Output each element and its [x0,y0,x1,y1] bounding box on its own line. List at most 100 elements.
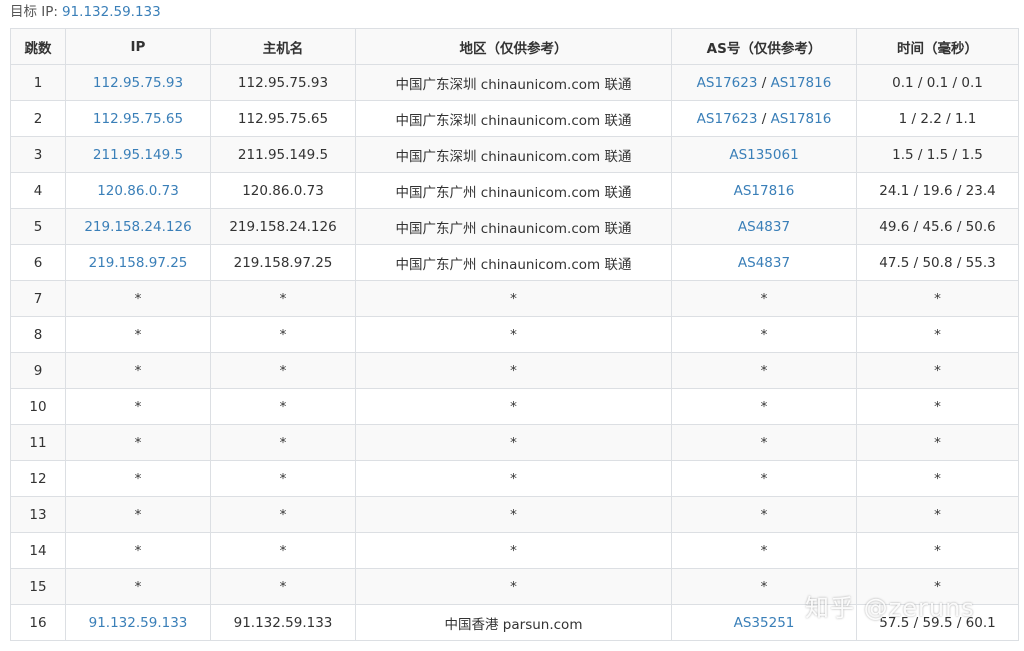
hostname-cell-text: * [279,470,287,487]
hostname-cell: 219.158.97.25 [210,244,356,281]
as-link: * [760,326,768,343]
hop-cell: 5 [10,208,66,245]
table-row: 2 112.95.75.65 112.95.75.65 中国广东深圳 chinauni… [10,100,1019,137]
as-cell: AS4837 [671,208,857,245]
ip-cell: 219.158.97.25 [65,244,211,281]
hostname-cell: * [210,460,356,497]
as-link[interactable]: AS35251 [734,615,795,631]
as-cell: AS135061 [671,136,857,173]
ip-cell-text[interactable]: 91.132.59.133 [89,615,188,631]
column-header-as: AS号（仅供参考） [671,28,857,65]
region-cell: * [355,316,672,353]
region-cell: * [355,460,672,497]
ip-cell-text: * [134,470,142,487]
time-cell: 57.5 / 59.5 / 60.1 [856,604,1019,641]
time-cell: 49.6 / 45.6 / 50.6 [856,208,1019,245]
hostname-cell: 112.95.75.93 [210,64,356,101]
hop-cell-text: 11 [29,434,47,451]
table-header-row: 跳数 IP 主机名 地区（仅供参考） AS号（仅供参考） 时间（毫秒） [10,28,1019,65]
hostname-cell-text: * [279,542,287,559]
region-cell-text: 中国广东广州 chinaunicom.com 联通 [395,220,632,237]
hop-cell: 13 [10,496,66,533]
as-separator: / [757,110,771,127]
region-cell-text: * [510,398,517,415]
ip-cell-text: * [134,326,142,343]
region-cell: 中国广东深圳 chinaunicom.com 联通 [355,100,672,137]
as-cell: * [671,424,857,461]
table-row: 8 * * * * * [10,316,1019,353]
time-cell: * [856,316,1019,353]
as-link[interactable]: AS4837 [738,219,790,235]
hostname-cell-text: * [279,398,287,415]
ip-cell: * [65,532,211,569]
hop-cell: 15 [10,568,66,605]
hop-cell-text: 8 [33,326,43,343]
as-cell: * [671,496,857,533]
table-row: 15 * * * * * [10,568,1019,605]
table-row: 9 * * * * * [10,352,1019,389]
hop-cell: 6 [10,244,66,281]
ip-cell: * [65,460,211,497]
hostname-cell-text: * [279,434,287,451]
hop-cell: 4 [10,172,66,209]
time-cell: * [856,496,1019,533]
hostname-cell: 211.95.149.5 [210,136,356,173]
time-cell-text: * [934,578,941,595]
ip-cell-text[interactable]: 219.158.97.25 [89,255,188,271]
region-cell: 中国广东深圳 chinaunicom.com 联通 [355,64,672,101]
table-row: 6 219.158.97.25 219.158.97.25 中国广东广州 chinau… [10,244,1019,281]
ip-cell-text[interactable]: 112.95.75.93 [93,75,183,91]
region-cell-text: 中国广东广州 chinaunicom.com 联通 [395,184,632,201]
hop-cell-text: 14 [29,542,47,559]
ip-cell: 112.95.75.93 [65,64,211,101]
hop-cell: 14 [10,532,66,569]
as-link[interactable]: AS4837 [738,255,790,271]
as-link: * [760,542,768,559]
hop-cell: 2 [10,100,66,137]
time-cell-text: 1.5 / 1.5 / 1.5 [892,146,983,163]
hostname-cell-text: 219.158.97.25 [233,254,333,271]
hostname-cell-text: * [279,578,287,595]
time-cell: * [856,568,1019,605]
time-cell: 1.5 / 1.5 / 1.5 [856,136,1019,173]
region-cell-text: 中国广东广州 chinaunicom.com 联通 [395,256,632,273]
hostname-cell-text: * [279,326,287,343]
ip-cell-text[interactable]: 120.86.0.73 [97,183,179,199]
time-cell-text: * [934,326,941,343]
time-cell: * [856,460,1019,497]
time-cell-text: * [934,542,941,559]
as-link[interactable]: AS135061 [729,147,798,163]
time-cell-text: * [934,398,941,415]
hop-cell-text: 4 [33,182,43,199]
table-row: 3 211.95.149.5 211.95.149.5 中国广东深圳 chinauni… [10,136,1019,173]
hop-cell-text: 15 [29,578,47,595]
region-cell-text: 中国广东深圳 chinaunicom.com 联通 [395,76,632,93]
hop-cell-text: 13 [29,506,47,523]
hostname-cell: * [210,568,356,605]
hostname-cell-text: 91.132.59.133 [233,614,333,631]
ip-cell: * [65,424,211,461]
as-link[interactable]: AS17623 [697,111,758,127]
as-link[interactable]: AS17623 [697,75,758,91]
column-header-hostname: 主机名 [210,28,356,65]
as-link[interactable]: AS17816 [771,111,832,127]
region-cell: 中国广东广州 chinaunicom.com 联通 [355,244,672,281]
ip-cell: 219.158.24.126 [65,208,211,245]
target-ip-label: 目标 IP: 91.132.59.133 [10,2,161,22]
ip-cell: 120.86.0.73 [65,172,211,209]
as-link[interactable]: AS17816 [734,183,795,199]
ip-cell-text[interactable]: 112.95.75.65 [93,111,183,127]
hostname-cell: * [210,280,356,317]
column-header-time: 时间（毫秒） [856,28,1019,65]
time-cell-text: 47.5 / 50.8 / 55.3 [879,254,996,271]
as-link[interactable]: AS17816 [771,75,832,91]
ip-cell: * [65,352,211,389]
ip-cell-text[interactable]: 211.95.149.5 [93,147,183,163]
ip-cell-text[interactable]: 219.158.24.126 [84,219,191,235]
hostname-cell-text: 112.95.75.65 [237,110,329,127]
target-ip-value[interactable]: 91.132.59.133 [62,4,161,20]
hostname-cell-text: 120.86.0.73 [242,182,324,199]
time-cell-text: 24.1 / 19.6 / 23.4 [879,182,996,199]
time-cell: 1 / 2.2 / 1.1 [856,100,1019,137]
ip-cell-text: * [134,434,142,451]
